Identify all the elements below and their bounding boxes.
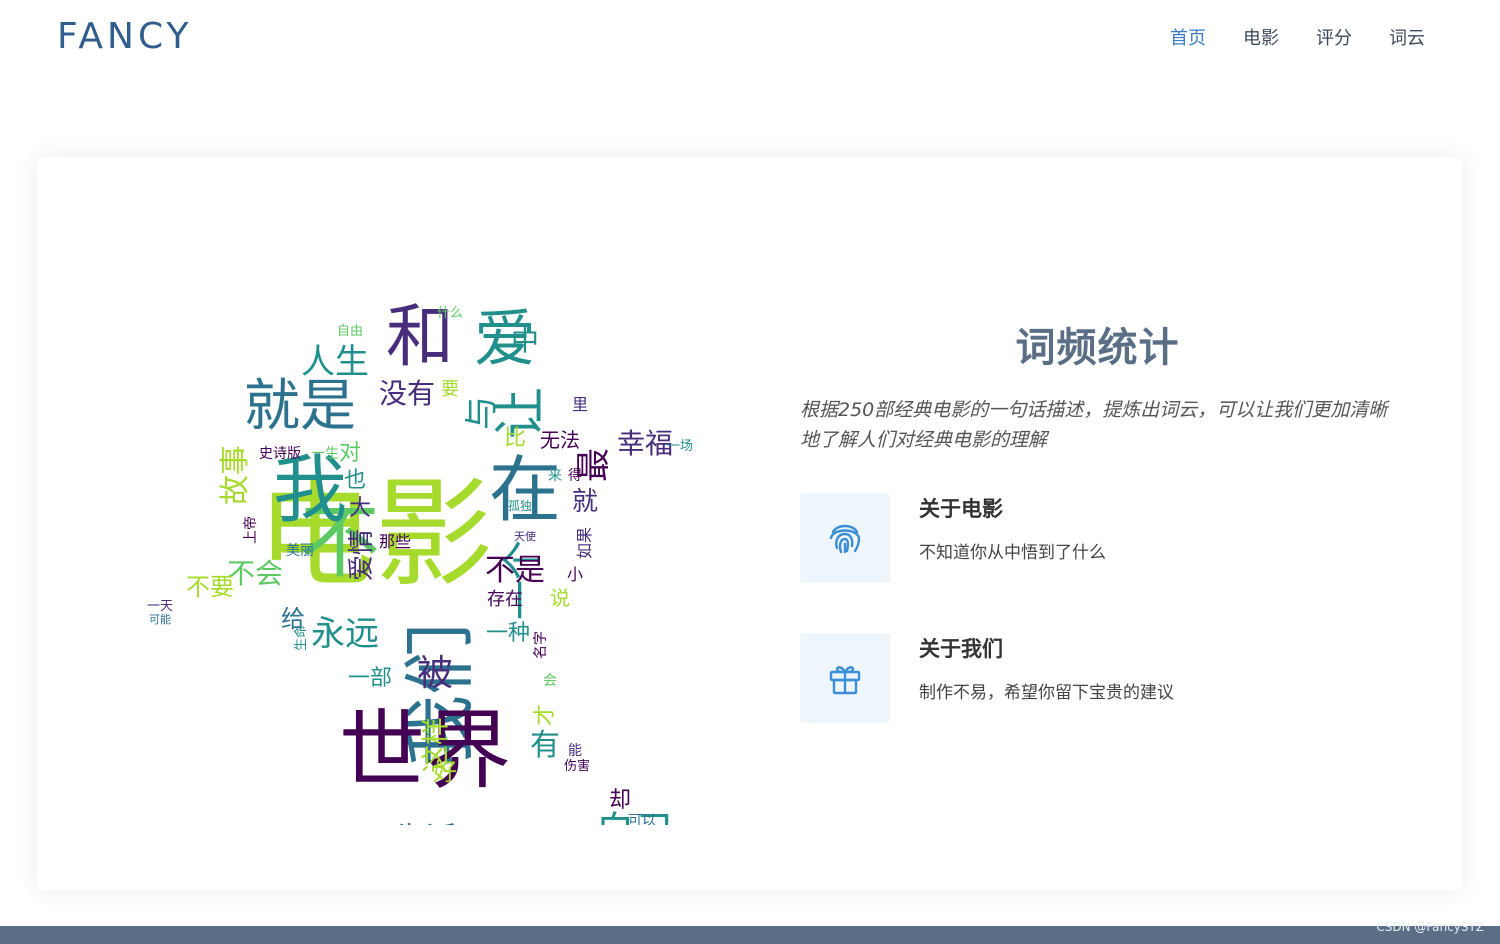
wordcloud-word: 与 <box>462 396 502 430</box>
wordcloud-word: 说 <box>550 586 570 610</box>
watermark: CSDN @FancySYZ <box>1376 920 1484 934</box>
wordcloud-word: 得 <box>568 467 582 484</box>
wordcloud-word: 一种 <box>486 621 530 646</box>
wordcloud-word: 就 <box>572 487 598 517</box>
wordcloud-word: 却 <box>609 788 631 813</box>
wordcloud-word: 人生 <box>301 342 369 382</box>
wordcloud-word: 能 <box>568 743 582 759</box>
feature-about-movies[interactable]: 关于电影 不知道你从中悟到了什么 <box>800 493 1360 583</box>
wordcloud-word: 就是 <box>244 374 356 439</box>
wordcloud-word: 可以 <box>628 813 656 825</box>
wordcloud-word: 美丽 <box>286 543 314 559</box>
wordcloud-word: 幸福 <box>617 427 673 460</box>
section-description: 根据250部经典电影的一句话描述，提炼出词云，可以让我们更加清晰地了解人们对经典… <box>800 399 1388 451</box>
wordcloud-word: 一部 <box>348 666 392 691</box>
wordcloud-word: 不会 <box>227 557 283 590</box>
wordcloud-word: 爱情 <box>347 529 377 581</box>
wordcloud-card: 电影我们世界就是和爱不我在一个自己生活永远被这样人生没有幸福无法让与中最爱情不会… <box>37 157 1462 890</box>
wordcloud-word: 史诗版 <box>259 446 301 462</box>
wordcloud-word: 没有 <box>379 377 435 410</box>
nav-item-home[interactable]: 首页 <box>1170 24 1206 50</box>
wordcloud-image: 电影我们世界就是和爱不我在一个自己生活永远被这样人生没有幸福无法让与中最爱情不会… <box>147 298 693 825</box>
wordcloud-word: 不要 <box>186 573 234 601</box>
wordcloud-word: 要 <box>441 379 459 400</box>
wordcloud-word: 一生 <box>311 446 339 462</box>
wordcloud-word: 如果 <box>575 527 594 559</box>
main-nav: 首页 电影 评分 词云 <box>1170 24 1425 50</box>
wordcloud-word: 小 <box>567 565 583 584</box>
stats-panel: 词频统计 根据250部经典电影的一句话描述，提炼出词云，可以让我们更加清晰地了解… <box>800 315 1420 455</box>
gift-icon <box>800 633 890 723</box>
top-navbar: FANCY 首页 电影 评分 词云 <box>0 0 1500 80</box>
wordcloud-word: 天使 <box>514 530 536 543</box>
wordcloud-word: 故事 <box>218 445 253 505</box>
feature-text: 制作不易，希望你留下宝贵的建议 <box>919 683 1174 703</box>
wordcloud-word: 有 <box>530 728 560 763</box>
wordcloud-word: 生活 <box>393 820 457 825</box>
wordcloud-word: 才 <box>533 704 558 726</box>
wordcloud-word: 好 <box>433 758 457 786</box>
wordcloud-word: 生命 <box>293 625 309 651</box>
wordcloud-word: 存在 <box>487 589 523 610</box>
brand-logo[interactable]: FANCY <box>57 16 192 57</box>
wordcloud-word: 来 <box>548 468 562 484</box>
wordcloud-word: 一场 <box>667 439 693 454</box>
nav-item-movies[interactable]: 电影 <box>1243 24 1279 50</box>
wordcloud-word: 被 <box>417 653 453 694</box>
wordcloud-word: 什么 <box>437 306 463 321</box>
wordcloud-word: 名字 <box>533 631 549 659</box>
nav-item-ratings[interactable]: 评分 <box>1316 24 1352 50</box>
wordcloud-word: 大 <box>349 496 371 521</box>
feature-about-us[interactable]: 关于我们 制作不易，希望你留下宝贵的建议 <box>800 633 1360 723</box>
nav-item-wordcloud[interactable]: 词云 <box>1389 24 1425 50</box>
wordcloud-word: 比 <box>504 426 526 451</box>
wordcloud-word: 那些 <box>379 532 411 551</box>
wordcloud-word: 孤独 <box>508 499 532 513</box>
section-title: 词频统计 <box>1015 325 1180 371</box>
page-footer <box>0 926 1500 944</box>
wordcloud-word: 上帝 <box>243 516 259 544</box>
feature-title: 关于电影 <box>919 497 1003 521</box>
wordcloud-word: 中 <box>511 324 539 357</box>
wordcloud-word: 永远 <box>311 614 379 654</box>
wordcloud-word: 自由 <box>337 324 363 339</box>
fingerprint-icon <box>800 493 890 583</box>
wordcloud-word: 可能 <box>149 612 171 626</box>
wordcloud-word: 里 <box>572 395 588 414</box>
wordcloud-word: 伤害 <box>564 758 590 774</box>
feature-text: 不知道你从中悟到了什么 <box>919 543 1106 563</box>
wordcloud-word: 在 <box>489 448 561 532</box>
wordcloud-word: 会 <box>543 673 557 689</box>
feature-title: 关于我们 <box>919 637 1003 661</box>
wordcloud-word: 不是 <box>485 553 545 588</box>
wordcloud-word: 一天 <box>147 599 173 614</box>
wordcloud-word: 也 <box>344 468 366 493</box>
wordcloud-word: 对 <box>339 441 361 466</box>
